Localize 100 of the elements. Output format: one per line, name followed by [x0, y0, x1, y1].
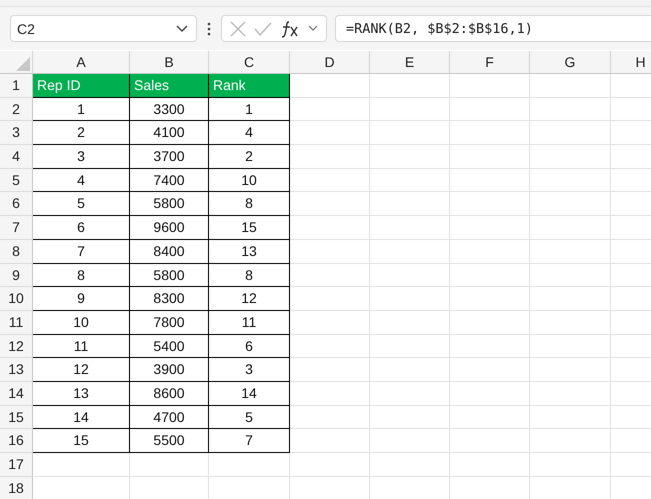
row-header[interactable]: 9 [0, 264, 33, 288]
empty-cell[interactable] [290, 382, 370, 406]
empty-cell[interactable] [290, 334, 370, 358]
empty-cell[interactable] [450, 453, 530, 477]
empty-cell[interactable] [370, 406, 450, 430]
empty-cell[interactable] [450, 192, 530, 216]
empty-cell[interactable] [290, 192, 370, 216]
row-header[interactable]: 11 [0, 310, 33, 335]
column-header[interactable]: D [290, 51, 370, 73]
empty-cell[interactable] [530, 358, 611, 382]
row-header[interactable]: 5 [0, 168, 33, 192]
empty-cell[interactable] [370, 145, 450, 169]
empty-cell[interactable] [530, 192, 611, 216]
empty-cell[interactable] [530, 168, 611, 192]
row-header[interactable]: 4 [0, 145, 33, 169]
empty-cell[interactable] [370, 382, 450, 406]
row-header[interactable]: 10 [0, 287, 33, 311]
empty-cell[interactable] [530, 382, 611, 406]
empty-cell[interactable] [290, 240, 370, 264]
column-header[interactable]: G [530, 51, 611, 73]
empty-cell[interactable] [450, 334, 530, 358]
select-all-icon[interactable] [16, 57, 30, 71]
empty-cell[interactable] [370, 240, 450, 264]
row-header[interactable]: 14 [0, 382, 33, 406]
empty-cell[interactable] [450, 168, 530, 192]
empty-cell[interactable] [370, 429, 450, 453]
empty-cell[interactable] [530, 145, 611, 169]
empty-cell[interactable] [370, 358, 450, 382]
empty-cell[interactable] [450, 310, 530, 335]
empty-cell[interactable] [370, 264, 450, 288]
column-header[interactable]: A [33, 51, 130, 73]
empty-cell[interactable] [530, 121, 611, 146]
empty-cell[interactable] [450, 98, 530, 122]
row-header[interactable]: 15 [0, 406, 33, 430]
row-header[interactable]: 12 [0, 334, 33, 358]
empty-cell[interactable] [530, 216, 611, 240]
empty-cell[interactable] [290, 216, 370, 240]
column-header[interactable]: F [450, 51, 530, 73]
row-header[interactable]: 6 [0, 192, 33, 216]
name-box[interactable]: C2 [10, 15, 197, 42]
column-header[interactable]: E [370, 51, 450, 73]
empty-cell[interactable] [370, 334, 450, 358]
row-header[interactable]: 1 [0, 74, 33, 98]
empty-cell[interactable] [370, 74, 450, 98]
empty-cell[interactable] [290, 98, 370, 122]
empty-cell[interactable] [530, 334, 611, 358]
empty-cell[interactable] [450, 240, 530, 264]
empty-cell[interactable] [530, 264, 611, 288]
empty-cell[interactable] [290, 287, 370, 311]
empty-cell[interactable] [530, 240, 611, 264]
function-icon[interactable] [280, 20, 300, 38]
empty-cell[interactable] [450, 358, 530, 382]
column-header[interactable]: C [209, 51, 290, 73]
empty-cell[interactable] [290, 406, 370, 430]
empty-cell[interactable] [530, 453, 611, 477]
chevron-down-icon[interactable] [308, 25, 318, 32]
empty-cell[interactable] [450, 429, 530, 453]
empty-cell[interactable] [290, 121, 370, 146]
row-header[interactable]: 8 [0, 240, 33, 264]
row-header[interactable]: 17 [0, 453, 33, 477]
empty-cell[interactable] [290, 429, 370, 453]
empty-cell[interactable] [370, 216, 450, 240]
empty-cell[interactable] [290, 264, 370, 288]
empty-cell[interactable] [290, 453, 370, 477]
row-header[interactable]: 2 [0, 98, 33, 122]
empty-cell[interactable] [370, 453, 450, 477]
column-header[interactable]: H [611, 51, 651, 73]
empty-cell[interactable] [530, 74, 611, 98]
empty-cell[interactable] [530, 287, 611, 311]
empty-cell[interactable] [290, 358, 370, 382]
empty-cell[interactable] [290, 168, 370, 192]
formula-field[interactable]: =RANK(B2, $B$2:$B$16,1) [335, 15, 651, 42]
row-header[interactable]: 3 [0, 121, 33, 146]
empty-cell[interactable] [450, 121, 530, 146]
row-header[interactable]: 13 [0, 358, 33, 382]
row-header[interactable]: 16 [0, 429, 33, 453]
empty-cell[interactable] [530, 429, 611, 453]
empty-cell[interactable] [370, 287, 450, 311]
empty-cell[interactable] [290, 145, 370, 169]
empty-cell[interactable] [530, 406, 611, 430]
empty-cell[interactable] [370, 98, 450, 122]
empty-cell[interactable] [370, 168, 450, 192]
empty-cell[interactable] [370, 192, 450, 216]
cancel-icon[interactable] [230, 20, 246, 36]
empty-cell[interactable] [290, 310, 370, 335]
empty-cell[interactable] [530, 98, 611, 122]
empty-cell[interactable] [450, 382, 530, 406]
column-header[interactable]: B [130, 51, 209, 73]
empty-cell[interactable] [130, 453, 209, 477]
row-header[interactable]: 18 [0, 476, 33, 499]
empty-cell[interactable] [450, 406, 530, 430]
empty-cell[interactable] [450, 74, 530, 98]
empty-cell[interactable] [450, 264, 530, 288]
empty-cell[interactable] [450, 145, 530, 169]
empty-cell[interactable] [450, 216, 530, 240]
checkmark-icon[interactable] [254, 22, 272, 36]
empty-cell[interactable] [370, 121, 450, 146]
empty-cell[interactable] [209, 453, 290, 477]
empty-cell[interactable] [370, 310, 450, 335]
row-header[interactable]: 7 [0, 216, 33, 240]
